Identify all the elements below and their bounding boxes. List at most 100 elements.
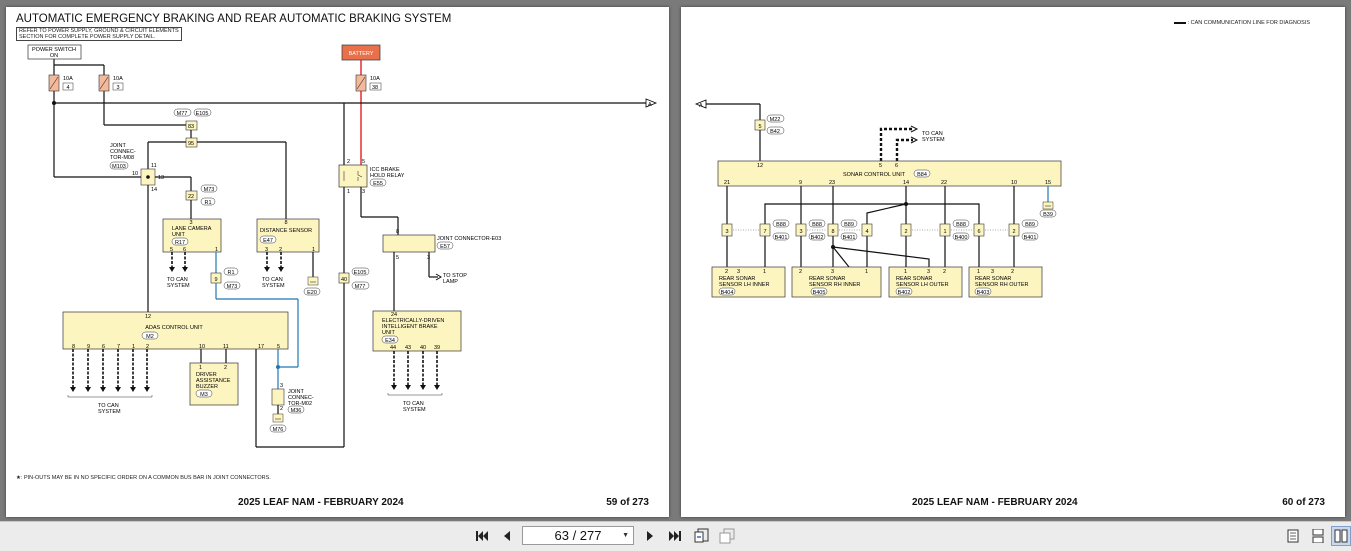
- svg-text:M36: M36: [291, 408, 302, 414]
- svg-text:M73: M73: [204, 187, 215, 193]
- last-page-button[interactable]: [665, 526, 685, 546]
- svg-text:40: 40: [341, 277, 347, 283]
- svg-text:R1: R1: [204, 200, 211, 206]
- svg-text:10: 10: [1011, 180, 1017, 186]
- svg-text:LAMP: LAMP: [443, 279, 458, 285]
- wiring-diagram-left: POWER SWITCH ON BATTERY 10A 4 10A 3 10A …: [27, 44, 658, 448]
- svg-text:2: 2: [725, 269, 728, 275]
- svg-text:ADAS CONTROL UNIT: ADAS CONTROL UNIT: [145, 325, 203, 331]
- svg-text:2: 2: [1011, 269, 1014, 275]
- svg-text:9: 9: [214, 277, 217, 283]
- svg-text:3: 3: [737, 269, 740, 275]
- fit-width-button[interactable]: [717, 526, 737, 546]
- single-page-button[interactable]: [1283, 526, 1303, 546]
- svg-text:E105: E105: [196, 111, 209, 117]
- document-page-left: AUTOMATIC EMERGENCY BRAKING AND REAR AUT…: [6, 7, 669, 517]
- svg-text:E34: E34: [385, 338, 395, 344]
- continuous-page-button[interactable]: [1308, 526, 1328, 546]
- svg-text:2: 2: [224, 365, 227, 371]
- svg-text:95: 95: [188, 141, 194, 147]
- svg-text:E105: E105: [354, 270, 367, 276]
- svg-text:14: 14: [903, 180, 909, 186]
- svg-text:M103: M103: [112, 164, 126, 170]
- svg-text:B88: B88: [956, 222, 966, 228]
- svg-text:M3: M3: [200, 392, 208, 398]
- svg-text:12: 12: [757, 163, 763, 169]
- svg-text:M77: M77: [355, 284, 366, 290]
- svg-text:10A: 10A: [113, 76, 123, 82]
- svg-text:2: 2: [280, 406, 283, 412]
- svg-text:10: 10: [199, 344, 205, 350]
- svg-text:3: 3: [799, 229, 802, 235]
- page-indicator: 63 / 277: [554, 528, 602, 543]
- page-footer-right: 2025 LEAF NAM - FEBRUARY 2024: [912, 497, 1078, 508]
- svg-text:6: 6: [895, 163, 898, 169]
- svg-text:B89: B89: [1025, 222, 1035, 228]
- svg-text:1: 1: [199, 365, 202, 371]
- svg-text:2: 2: [799, 269, 802, 275]
- svg-text:SYSTEM: SYSTEM: [403, 407, 426, 413]
- svg-text:M77: M77: [177, 111, 188, 117]
- svg-text:12: 12: [145, 314, 151, 320]
- svg-text:14: 14: [151, 187, 157, 193]
- pdf-viewer-toolbar: 63 / 277 ▼: [0, 521, 1351, 551]
- svg-text:1: 1: [347, 189, 350, 195]
- continuous-page-icon: [1312, 529, 1324, 543]
- svg-text:1: 1: [763, 269, 766, 275]
- svg-text:1: 1: [865, 269, 868, 275]
- svg-text:3: 3: [362, 189, 365, 195]
- prev-page-icon: [504, 531, 510, 541]
- page-number-right: 60 of 273: [1282, 497, 1325, 508]
- fit-page-icon: [694, 528, 709, 543]
- svg-text:5: 5: [879, 163, 882, 169]
- svg-text:3: 3: [831, 269, 834, 275]
- next-page-icon: [647, 531, 653, 541]
- page-footer-left: 2025 LEAF NAM - FEBRUARY 2024: [238, 497, 404, 508]
- svg-text:21: 21: [724, 180, 730, 186]
- svg-text:1: 1: [904, 269, 907, 275]
- fit-page-button[interactable]: [692, 526, 712, 546]
- svg-text:4: 4: [865, 229, 868, 235]
- svg-text:5: 5: [362, 159, 365, 165]
- prev-page-button[interactable]: [497, 526, 517, 546]
- wiring-diagram-right: A 5 M22 B42 TO CAN SYSTEM 12 5 6 SONAR C…: [694, 99, 1062, 298]
- svg-text:44: 44: [390, 345, 396, 351]
- svg-text:5: 5: [758, 124, 761, 130]
- next-page-button[interactable]: [640, 526, 660, 546]
- svg-text:B39: B39: [1043, 212, 1053, 218]
- svg-text:2: 2: [943, 269, 946, 275]
- svg-text:39: 39: [434, 345, 440, 351]
- svg-text:3: 3: [927, 269, 930, 275]
- joint-connector-m02: [271, 388, 285, 406]
- svg-text:E55: E55: [373, 181, 383, 187]
- svg-text:40: 40: [420, 345, 426, 351]
- svg-text:B400: B400: [955, 235, 968, 241]
- svg-text:SYSTEM: SYSTEM: [167, 283, 190, 289]
- chevron-down-icon: ▼: [622, 532, 629, 539]
- pinout-note: ★: PIN-OUTS MAY BE IN NO SPECIFIC ORDER …: [16, 475, 271, 481]
- svg-text:E57: E57: [440, 244, 450, 250]
- svg-text:SYSTEM: SYSTEM: [922, 137, 945, 143]
- svg-text:TOR-M08: TOR-M08: [110, 155, 134, 161]
- svg-text:10A: 10A: [370, 76, 380, 82]
- svg-text:SENSOR RH INNER: SENSOR RH INNER: [809, 282, 860, 288]
- svg-text:A: A: [699, 103, 703, 109]
- svg-text:22: 22: [188, 194, 194, 200]
- svg-text:10A: 10A: [63, 76, 73, 82]
- joint-connector-e03: [382, 234, 436, 253]
- svg-text:5: 5: [396, 255, 399, 261]
- svg-text:E47: E47: [263, 238, 273, 244]
- svg-text:38: 38: [372, 85, 378, 91]
- svg-text:SENSOR LH INNER: SENSOR LH INNER: [719, 282, 769, 288]
- two-page-icon: [1334, 529, 1348, 543]
- svg-text:10: 10: [132, 171, 138, 177]
- svg-text:B89: B89: [844, 222, 854, 228]
- svg-text:B402: B402: [898, 290, 911, 296]
- svg-text:2: 2: [1012, 229, 1015, 235]
- svg-text:1: 1: [943, 229, 946, 235]
- document-page-right: : CAN COMMUNICATION LINE FOR DIAGNOSIS A…: [681, 7, 1345, 517]
- svg-text:23: 23: [829, 180, 835, 186]
- first-page-button[interactable]: [472, 526, 492, 546]
- two-page-button[interactable]: [1331, 526, 1351, 546]
- page-select[interactable]: 63 / 277 ▼: [522, 526, 634, 545]
